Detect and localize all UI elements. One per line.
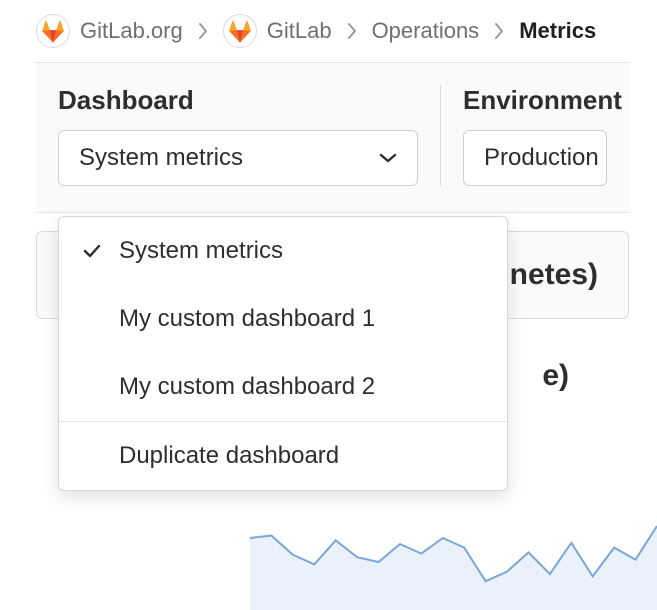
- environment-filter: Environment Production: [463, 85, 607, 186]
- breadcrumb-group-label: GitLab.org: [80, 18, 183, 44]
- dropdown-item[interactable]: System metrics: [59, 217, 507, 285]
- breadcrumb-section-label: Operations: [372, 18, 480, 44]
- breadcrumb-current-label: Metrics: [519, 18, 596, 44]
- breadcrumb-project[interactable]: GitLab: [223, 14, 332, 48]
- metrics-chart: [250, 490, 657, 610]
- chevron-right-icon: [493, 22, 505, 40]
- breadcrumb: GitLab.org GitLab Operations Metrics: [0, 0, 657, 62]
- panel-header-text: netes): [510, 258, 598, 291]
- gitlab-tanuki-icon: [223, 14, 257, 48]
- dashboard-dropdown: System metrics My custom dashboard 1 My cu…: [58, 216, 508, 491]
- dropdown-item-label: My custom dashboard 1: [119, 305, 375, 333]
- gitlab-tanuki-icon: [36, 14, 70, 48]
- dropdown-item[interactable]: My custom dashboard 2: [59, 353, 507, 421]
- environment-select-value: Production: [484, 144, 599, 172]
- dashboard-filter: Dashboard System metrics: [58, 85, 418, 186]
- dashboard-filter-label: Dashboard: [58, 85, 418, 116]
- dropdown-item-label: My custom dashboard 2: [119, 373, 375, 401]
- dropdown-item-label: System metrics: [119, 237, 283, 265]
- breadcrumb-section[interactable]: Operations: [372, 18, 480, 44]
- panel-subtitle-text: e): [542, 359, 569, 392]
- filter-bar: Dashboard System metrics Environment Pro…: [36, 62, 629, 213]
- chevron-right-icon: [197, 22, 209, 40]
- dropdown-item[interactable]: My custom dashboard 1: [59, 285, 507, 353]
- breadcrumb-project-label: GitLab: [267, 18, 332, 44]
- check-icon: [81, 243, 103, 259]
- vertical-divider: [440, 85, 441, 186]
- dashboard-select-value: System metrics: [79, 144, 243, 172]
- environment-select[interactable]: Production: [463, 130, 607, 186]
- dashboard-select[interactable]: System metrics: [58, 130, 418, 186]
- dropdown-action-label: Duplicate dashboard: [119, 442, 339, 470]
- environment-filter-label: Environment: [463, 85, 607, 116]
- chevron-right-icon: [346, 22, 358, 40]
- dropdown-action-duplicate[interactable]: Duplicate dashboard: [59, 422, 507, 490]
- breadcrumb-current: Metrics: [519, 18, 596, 44]
- breadcrumb-group[interactable]: GitLab.org: [36, 14, 183, 48]
- chevron-down-icon: [379, 152, 397, 164]
